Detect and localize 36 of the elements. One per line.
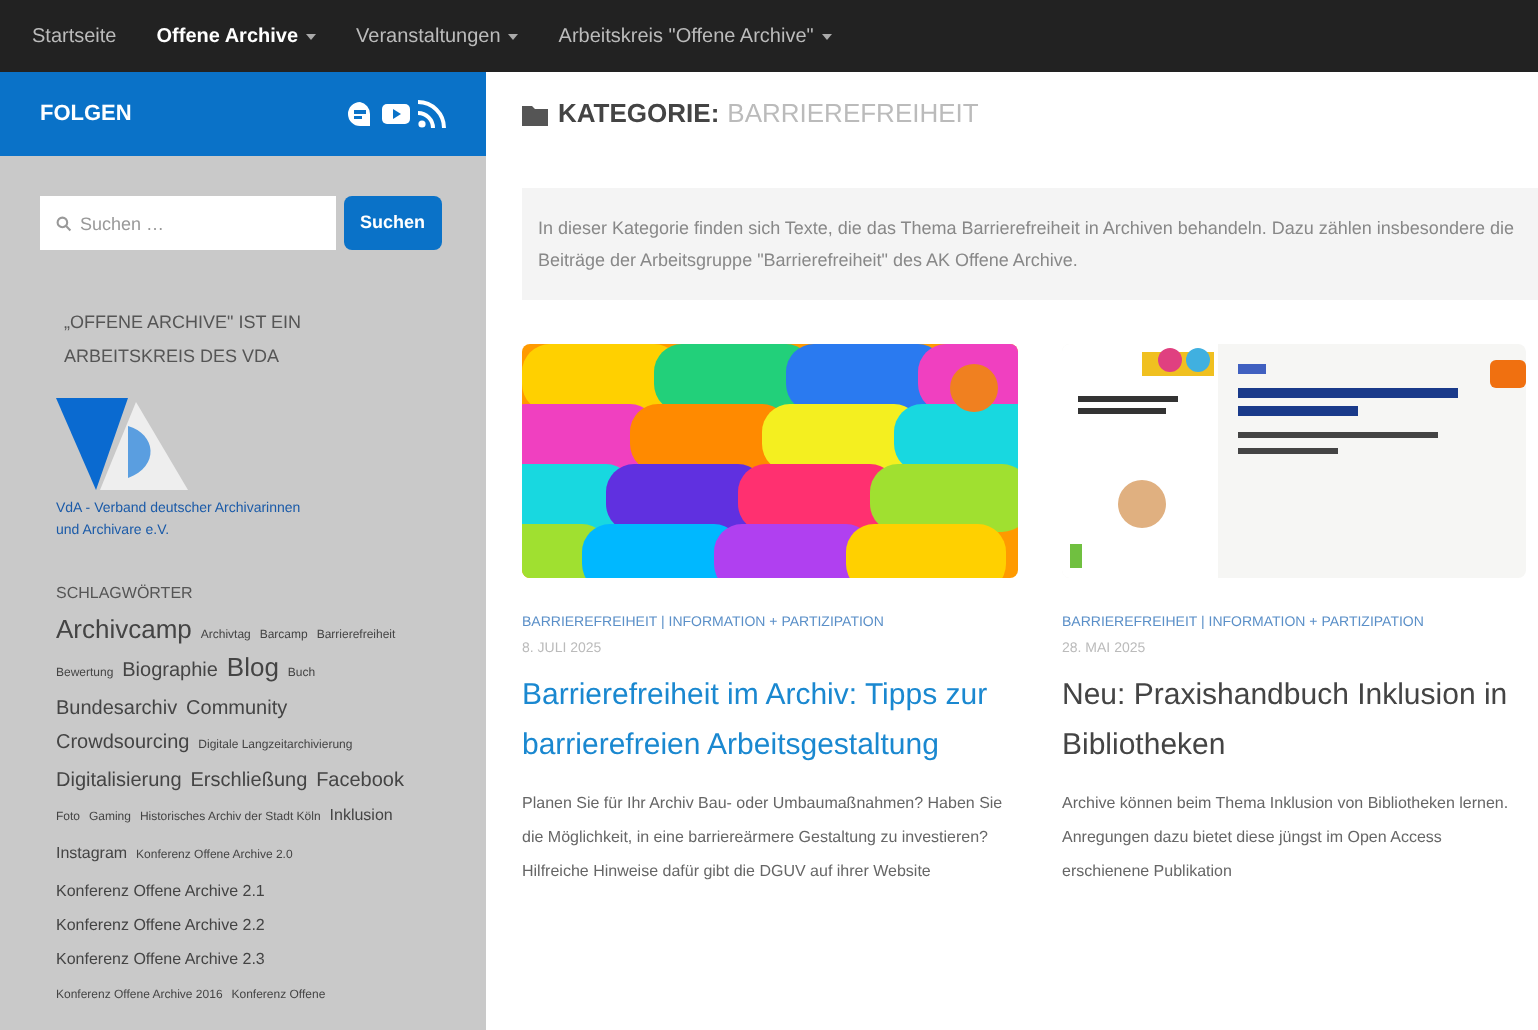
post-excerpt: Planen Sie für Ihr Archiv Bau- oder Umbaumaßnahmen? Haben Sie die Möglichkeit, in eine barriereärmere Gestaltung zu investieren? Hilfreiche Hinweise dafür gibt die DGUV auf ihrer Website: [522, 792, 1005, 884]
tag-link[interactable]: Blog: [226, 652, 279, 682]
tag-link[interactable]: Konferenz Offene Archive 2.2: [56, 916, 265, 934]
category-name: BARRIEREFREIHEIT: [727, 96, 979, 133]
nav-link[interactable]: Veranstaltungen: [356, 21, 519, 51]
nav-link[interactable]: Startseite: [32, 21, 117, 51]
tag-link[interactable]: Konferenz Offene Archive 2.3: [56, 950, 265, 968]
category-label: KATEGORIE:: [558, 96, 720, 133]
chat-icon[interactable]: [346, 100, 374, 128]
tag-link[interactable]: Instagram: [56, 844, 128, 862]
tag-link[interactable]: Community: [186, 698, 288, 720]
post-title[interactable]: Barrierefreiheit im Archiv: Tipps zur barrierefreien Arbeitsgestaltung: [522, 670, 1018, 770]
nav-link[interactable]: Offene Archive: [156, 21, 317, 51]
sidebar-title: FOLGEN: [40, 99, 132, 130]
widget-title: „OFFENE ARCHIVE" IST EIN ARBEITSKREIS DES VDA: [62, 310, 304, 370]
widget-title: SCHLAGWÖRTER: [54, 582, 195, 606]
post-excerpt: Archive können beim Thema Inklusion von Bibliotheken lernen. Anregungen dazu bietet diese jüngst im Open Access erschienene Publikation: [1062, 792, 1511, 884]
folder-icon: [522, 103, 550, 125]
tag-link[interactable]: Archivcamp: [56, 614, 192, 644]
tag-link[interactable]: Erschließung: [190, 770, 308, 792]
video-icon[interactable]: [382, 100, 410, 128]
search-field[interactable]: Suchen …: [40, 196, 336, 250]
tag-link[interactable]: Bundesarchiv: [56, 698, 178, 720]
tag-link[interactable]: Facebook: [316, 770, 404, 792]
search-button[interactable]: Suchen: [344, 196, 442, 250]
rss-icon[interactable]: [418, 100, 446, 128]
logo-drawing: [56, 398, 188, 490]
post-title[interactable]: Neu: Praxishandbuch Inklusion in Bibliotheken: [1062, 670, 1526, 770]
tag-link[interactable]: Inklusion: [329, 806, 393, 824]
nav-link[interactable]: Arbeitskreis "Offene Archive": [558, 21, 832, 51]
tag-link[interactable]: Biographie: [122, 660, 218, 682]
tag-link[interactable]: Konferenz Offene Archive 2.1: [56, 882, 265, 900]
category-description: In dieser Kategorie finden sich Texte, die das Thema Barrierefreiheit in Archiven behandeln. Dazu zählen insbesondere die Beiträge der Arbeitsgruppe "Barrierefreiheit" des AK Offene Archive.: [538, 216, 1516, 274]
search-icon: [56, 216, 72, 232]
tag-link[interactable]: Crowdsourcing: [56, 732, 190, 754]
tag-link[interactable]: Digitalisierung: [56, 770, 182, 792]
